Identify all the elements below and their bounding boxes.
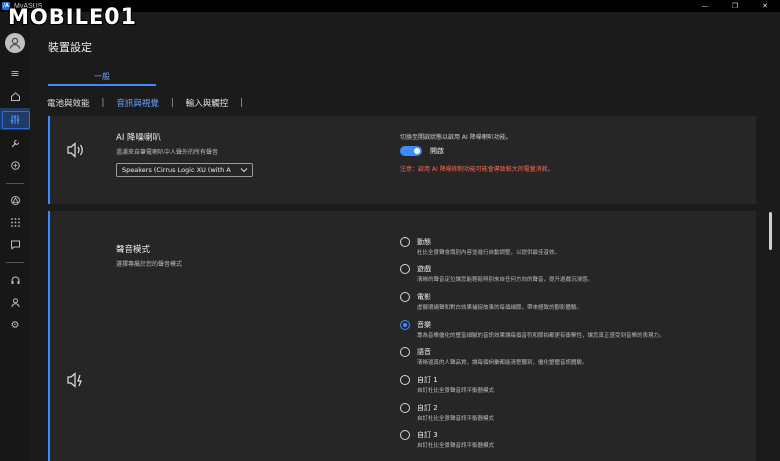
sound-mode-option-custom-3[interactable]: 自訂 3 自訂杜比全景聲音訊平衡器模式 xyxy=(400,430,750,454)
tab-general[interactable]: 一般 xyxy=(48,71,156,82)
radio-game[interactable] xyxy=(400,264,410,274)
subtab-separator: | xyxy=(240,98,244,108)
radio-custom-3[interactable] xyxy=(400,430,410,440)
apps-icon[interactable] xyxy=(0,211,30,233)
subtab-audio-visual[interactable]: 音訊與視覺 xyxy=(116,97,159,109)
scrollbar-thumb[interactable] xyxy=(769,212,772,250)
menu-icon[interactable]: ≡ xyxy=(0,62,30,84)
page-title: 裝置設定 xyxy=(48,41,92,54)
sidebar: ≡ ⚙ xyxy=(0,12,30,461)
radio-voice[interactable] xyxy=(400,347,410,357)
option-label: 自訂 2 xyxy=(417,404,438,412)
ai-speaker-card: AI 降噪喇叭 過濾來自筆電喇叭中人聲外的所有聲音 Speakers (Cirr… xyxy=(48,116,756,204)
close-button[interactable]: ✕ xyxy=(750,0,780,12)
ai-speaker-title: AI 降噪喇叭 xyxy=(116,133,162,143)
speaker-device-value: Speakers (Cirrus Logic XU (with A xyxy=(122,166,231,174)
maximize-button[interactable]: ❐ xyxy=(720,0,750,12)
user-icon[interactable] xyxy=(5,33,25,53)
option-label: 自訂 3 xyxy=(417,431,438,439)
subtab-input-touch[interactable]: 輸入與觸控 xyxy=(186,97,229,109)
option-label: 遊戲 xyxy=(417,265,431,273)
option-desc: 自訂杜比全景聲音訊平衡器模式 xyxy=(417,416,495,422)
sidebar-divider xyxy=(6,183,24,184)
option-desc: 自訂杜比全景聲音訊平衡器模式 xyxy=(417,443,495,449)
support-icon[interactable] xyxy=(0,269,30,291)
radio-music[interactable] xyxy=(400,320,410,330)
option-desc: 自訂杜比全景聲音訊平衡器模式 xyxy=(417,388,495,394)
radio-custom-2[interactable] xyxy=(400,403,410,413)
radio-movie[interactable] xyxy=(400,292,410,302)
ai-speaker-desc: 過濾來自筆電喇叭中人聲外的所有聲音 xyxy=(116,149,219,156)
sound-mode-desc: 選擇專屬於您的聲音模式 xyxy=(116,261,183,268)
subtab-bar: 電池與效能 | 音訊與視覺 | 輸入與觸控 | xyxy=(47,97,255,109)
sound-mode-card: 聲音模式 選擇專屬於您的聲音模式 動態 杜比全景聲會識別內容並進行自動調整，以提… xyxy=(48,211,756,461)
option-label: 音樂 xyxy=(417,321,431,329)
speaker-device-select[interactable]: Speakers (Cirrus Logic XU (with A xyxy=(116,163,253,177)
subtab-separator: | xyxy=(101,98,105,108)
watermark-logo: MOBILE01 xyxy=(8,5,137,30)
option-desc: 虛擬環繞聲和對白效果捕捉故事的每個細節，帶來極致的觀影體驗。 xyxy=(417,305,583,311)
option-label: 動態 xyxy=(417,238,431,246)
option-desc: 專為音樂優化的豐富細膩的音訊效果讓每個音符和節拍都更有衝擊性，讓您真正感受到音樂… xyxy=(417,333,665,339)
network-icon[interactable] xyxy=(0,189,30,211)
chevron-down-icon xyxy=(240,166,248,176)
wrench-icon[interactable] xyxy=(0,132,30,154)
window-controls: — ❐ ✕ xyxy=(690,0,780,12)
radio-dynamic[interactable] xyxy=(400,237,410,247)
ai-speaker-warning: 注意：啟用 AI 降噪抑制功能可能會導致較大的電量消耗。 xyxy=(400,166,554,173)
sound-mode-option-movie[interactable]: 電影 虛擬環繞聲和對白效果捕捉故事的每個細節，帶來極致的觀影體驗。 xyxy=(400,292,750,316)
chat-icon[interactable] xyxy=(0,233,30,255)
option-desc: 清晰逼真的人聲品質，讓每個詞彙都能清楚聽到，優化整體音訊體驗。 xyxy=(417,360,588,366)
sound-mode-option-custom-1[interactable]: 自訂 1 自訂杜比全景聲音訊平衡器模式 xyxy=(400,375,750,399)
option-label: 自訂 1 xyxy=(417,376,438,384)
sound-mode-option-game[interactable]: 遊戲 清晰的聲音定位讓您能輕鬆辨別來自任何方向的聲音，提升遊戲沉浸感。 xyxy=(400,264,750,288)
home-icon[interactable] xyxy=(0,85,30,107)
subtab-battery-performance[interactable]: 電池與效能 xyxy=(47,97,90,109)
sidebar-divider xyxy=(6,262,24,263)
speaker-icon xyxy=(66,142,86,162)
subtab-separator: | xyxy=(170,98,174,108)
watermark-text: MOBILE xyxy=(8,5,105,29)
radio-custom-1[interactable] xyxy=(400,375,410,385)
option-desc: 清晰的聲音定位讓您能輕鬆辨別來自任何方向的聲音，提升遊戲沉浸感。 xyxy=(417,277,594,283)
sound-mode-option-music[interactable]: 音樂 專為音樂優化的豐富細膩的音訊效果讓每個音符和節拍都更有衝擊性，讓您真正感受… xyxy=(400,320,750,344)
sound-mode-option-custom-2[interactable]: 自訂 2 自訂杜比全景聲音訊平衡器模式 xyxy=(400,403,750,427)
minimize-button[interactable]: — xyxy=(690,0,720,12)
dolby-audio-icon xyxy=(66,372,86,392)
settings-icon[interactable]: ⚙ xyxy=(0,314,30,336)
option-label: 語音 xyxy=(417,348,431,356)
watermark-number: 01 xyxy=(104,5,137,30)
ai-speaker-toggle-label: 開啟 xyxy=(430,147,444,155)
option-label: 電影 xyxy=(417,293,431,301)
sound-mode-option-voice[interactable]: 語音 清晰逼真的人聲品質，讓每個詞彙都能清楚聽到，優化整體音訊體驗。 xyxy=(400,347,750,371)
sound-mode-title: 聲音模式 xyxy=(116,245,151,255)
ai-speaker-toggle[interactable] xyxy=(400,146,422,156)
ai-speaker-switch-note: 切換至開啟狀態以啟用 AI 降噪喇叭功能。 xyxy=(400,134,512,141)
refresh-icon[interactable] xyxy=(0,154,30,176)
myasus-window: /A MyASUS — ❐ ✕ ≡ ⚙ 裝置設定 一般 電池與效能 | 音訊與視… xyxy=(0,0,780,461)
option-desc: 杜比全景聲會識別內容並進行自動調整，以提供最佳音效。 xyxy=(417,250,561,256)
sound-mode-option-dynamic[interactable]: 動態 杜比全景聲會識別內容並進行自動調整，以提供最佳音效。 xyxy=(400,237,750,261)
sliders-icon[interactable] xyxy=(0,108,30,130)
tab-active-indicator xyxy=(48,84,156,86)
account-icon[interactable] xyxy=(0,291,30,313)
